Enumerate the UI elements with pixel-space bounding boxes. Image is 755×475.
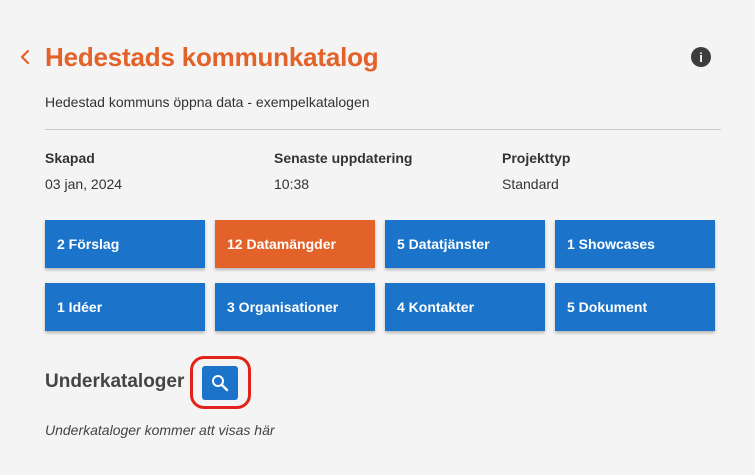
page-title: Hedestads kommunkatalog [45,42,379,72]
meta-value: 03 jan, 2024 [45,176,123,192]
showcases-button[interactable]: 1 Showcases [555,220,715,268]
divider [45,129,721,130]
subcatalog-search-button[interactable] [202,366,238,400]
meta-label: Skapad [45,150,95,166]
meta-label: Senaste uppdatering [274,150,413,166]
contacts-button[interactable]: 4 Kontakter [385,283,545,331]
info-button[interactable]: i [691,47,711,67]
meta-updated: Senaste uppdatering 10:38 [274,150,412,192]
organisations-button[interactable]: 3 Organisationer [215,283,375,331]
subcatalogs-empty-text: Underkataloger kommer att visas här [45,422,275,438]
meta-label: Projekttyp [502,150,571,166]
ideas-button[interactable]: 1 Idéer [45,283,205,331]
subcatalogs-heading: Underkataloger [45,371,185,392]
meta-created: Skapad 03 jan, 2024 [45,150,122,192]
documents-button[interactable]: 5 Dokument [555,283,715,331]
chevron-left-icon [20,50,30,64]
meta-value: Standard [502,176,559,192]
catalog-page: Hedestads kommunkatalog i Hedestad kommu… [0,0,755,475]
data-services-button[interactable]: 5 Datatjänster [385,220,545,268]
back-button[interactable] [17,46,33,68]
meta-project-type: Projekttyp Standard [502,150,570,192]
meta-value: 10:38 [274,176,310,192]
info-icon: i [699,49,703,65]
datasets-button[interactable]: 12 Datamängder [215,220,375,268]
proposals-button[interactable]: 2 Förslag [45,220,205,268]
page-subtitle: Hedestad kommuns öppna data - exempelkat… [45,94,370,110]
search-icon [212,375,229,392]
